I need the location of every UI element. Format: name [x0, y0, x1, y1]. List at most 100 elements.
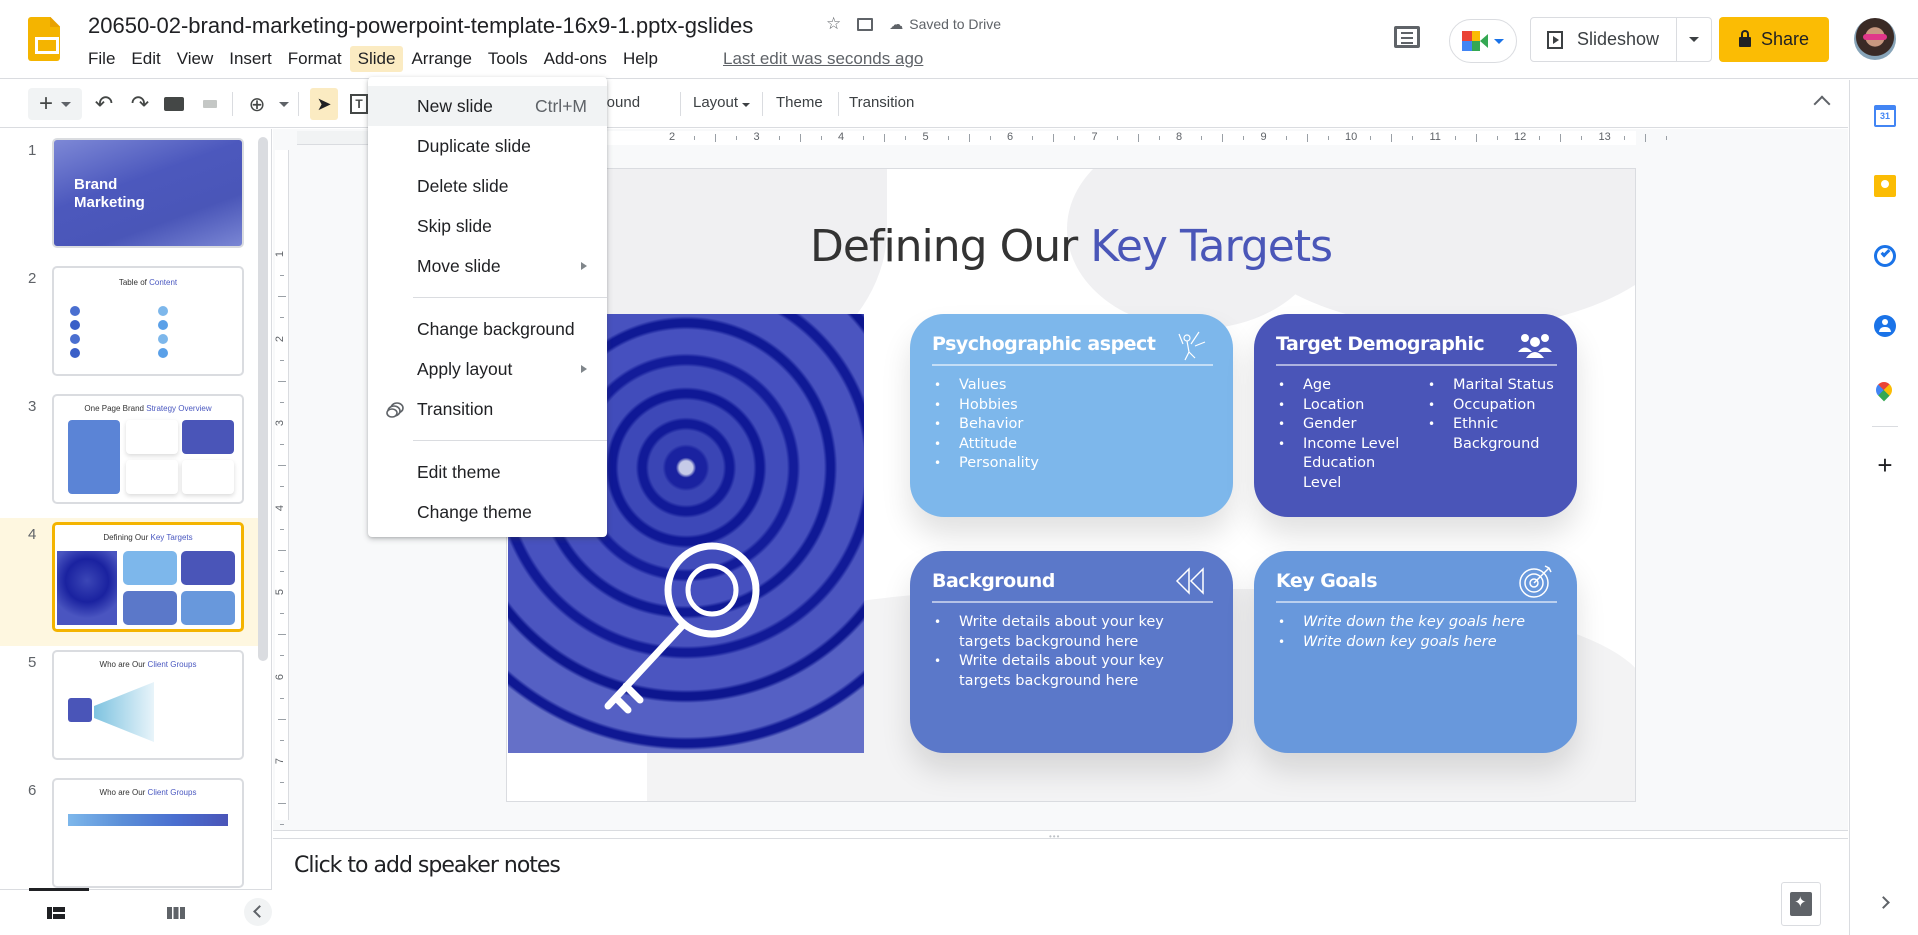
menu-format[interactable]: Format	[280, 46, 350, 72]
menu-addons[interactable]: Add-ons	[536, 46, 615, 72]
menu-item-edit-theme[interactable]: Edit theme	[368, 452, 607, 492]
grid-view-icon[interactable]	[167, 907, 185, 919]
filmstrip-scrollbar[interactable]	[258, 137, 268, 661]
collapse-filmstrip-button[interactable]	[244, 898, 272, 926]
calendar-icon[interactable]: 31	[1874, 105, 1896, 127]
share-button[interactable]: Share	[1719, 17, 1829, 62]
notes-resize-handle[interactable]: •••	[273, 830, 1848, 841]
ruler-tick	[905, 136, 907, 140]
ruler-tick	[280, 613, 284, 615]
speaker-notes[interactable]: Click to add speaker notes	[273, 839, 1848, 935]
menu-arrange[interactable]: Arrange	[403, 46, 479, 72]
add-addon-icon[interactable]: +	[1874, 452, 1896, 478]
chevron-down-icon	[279, 101, 289, 107]
menu-help[interactable]: Help	[615, 46, 666, 72]
undo-icon[interactable]: ↶	[92, 88, 116, 120]
menu-slide[interactable]: Slide	[349, 46, 404, 72]
psychographic-card[interactable]: Psychographic aspect Values Hobbies Beha…	[910, 314, 1233, 517]
toolbar: + ↶ ↷ ⊕ ➤ T Background Layout Theme Tran…	[0, 80, 1848, 128]
menu-insert[interactable]: Insert	[221, 46, 280, 72]
menu-item-new-slide[interactable]: New slide Ctrl+M	[368, 86, 607, 126]
speaker-notes-placeholder[interactable]: Click to add speaker notes	[294, 853, 561, 878]
menu-item-skip-slide[interactable]: Skip slide	[368, 206, 607, 246]
redo-icon[interactable]: ↷	[128, 88, 152, 120]
slide-title[interactable]: Defining Our Key Targets	[507, 221, 1635, 272]
slide-thumbnail[interactable]: Who are Our Client Groups	[52, 778, 244, 888]
thumb-title: One Page Brand Strategy Overview	[84, 404, 212, 413]
move-to-folder-icon[interactable]	[857, 17, 874, 31]
menu-divider	[413, 440, 607, 441]
ruler-tick	[694, 136, 696, 140]
slide-thumbnail[interactable]: One Page Brand Strategy Overview	[52, 394, 244, 504]
select-tool[interactable]: ➤	[310, 88, 338, 120]
menu-item-delete-slide[interactable]: Delete slide	[368, 166, 607, 206]
star-icon[interactable]: ☆	[826, 14, 841, 34]
theme-button[interactable]: Theme	[776, 94, 823, 111]
card-title: Background	[932, 570, 1055, 592]
slide-thumbnail[interactable]: Table of Content	[52, 266, 244, 376]
slide-thumbnail-row-selected[interactable]: 4 Defining Our Key Targets	[0, 518, 262, 646]
menu-file[interactable]: File	[80, 46, 123, 72]
expand-side-panel-icon[interactable]	[1877, 896, 1890, 909]
menu-item-transition[interactable]: Transition	[368, 389, 607, 429]
slide-thumbnail-row[interactable]: 3 One Page Brand Strategy Overview	[0, 390, 262, 518]
zoom-icon[interactable]: ⊕	[244, 88, 270, 120]
last-edit-link[interactable]: Last edit was seconds ago	[723, 49, 923, 69]
ruler-tick	[280, 782, 284, 784]
zoom-dropdown[interactable]	[276, 88, 292, 120]
text-box-tool[interactable]: T	[348, 88, 370, 120]
ruler-tick	[280, 444, 284, 446]
list-item: Ethnic Background	[1426, 415, 1556, 454]
filmstrip-view-icon[interactable]	[47, 907, 65, 919]
new-slide-button[interactable]: +	[28, 88, 82, 120]
menu-view[interactable]: View	[169, 46, 222, 72]
menu-item-apply-layout[interactable]: Apply layout	[368, 349, 607, 389]
key-goals-card[interactable]: Key Goals Write down the key goals here …	[1254, 551, 1577, 753]
ruler-label: 8	[1176, 131, 1183, 143]
ruler-tick	[1391, 134, 1393, 142]
slideshow-button[interactable]: Slideshow	[1531, 18, 1677, 61]
print-icon[interactable]	[162, 88, 186, 120]
menu-item-duplicate-slide[interactable]: Duplicate slide	[368, 126, 607, 166]
slide-thumbnail-row[interactable]: 1 Brand Marketing	[0, 134, 262, 262]
menu-item-change-theme[interactable]: Change theme	[368, 492, 607, 532]
slide-thumbnail-row[interactable]: 6 Who are Our Client Groups	[0, 774, 262, 889]
maps-icon[interactable]	[1872, 378, 1896, 404]
slide-thumbnail-row[interactable]: 5 Who are Our Client Groups	[0, 646, 262, 774]
slide-thumbnail[interactable]: Brand Marketing	[52, 138, 244, 248]
menu-item-move-slide[interactable]: Move slide	[368, 246, 607, 286]
demographic-card[interactable]: Target Demographic Age Location Gender I…	[1254, 314, 1577, 517]
save-status[interactable]: ☁ Saved to Drive	[889, 16, 1001, 33]
background-card[interactable]: Background Write details about your key …	[910, 551, 1233, 753]
account-avatar[interactable]	[1854, 18, 1896, 60]
keep-icon[interactable]	[1874, 175, 1896, 197]
meet-button[interactable]	[1449, 19, 1517, 63]
slides-logo-icon[interactable]	[28, 17, 60, 61]
ruler-label: 12	[1514, 131, 1527, 143]
paint-format-icon[interactable]	[198, 88, 222, 120]
chevron-down-icon	[742, 103, 751, 107]
document-title[interactable]: 20650-02-brand-marketing-powerpoint-temp…	[88, 13, 753, 39]
contacts-icon[interactable]	[1874, 315, 1896, 337]
side-panel: 31 +	[1849, 80, 1918, 935]
slide-canvas[interactable]: Defining Our Key Targets Psychographic a…	[506, 168, 1636, 802]
menu-tools[interactable]: Tools	[480, 46, 536, 72]
explore-button[interactable]	[1781, 882, 1821, 926]
layout-button[interactable]: Layout	[693, 94, 751, 111]
vertical-ruler[interactable]: 1 2 3 4 5 6 7	[274, 150, 289, 826]
comment-history-icon[interactable]	[1394, 26, 1420, 48]
ruler-tick	[1539, 136, 1541, 140]
tasks-icon[interactable]	[1874, 245, 1896, 267]
card-divider	[1276, 364, 1557, 366]
transition-button[interactable]: Transition	[849, 94, 914, 111]
ruler-tick	[1496, 136, 1498, 140]
ruler-label: 13	[1598, 131, 1611, 143]
hide-menus-icon[interactable]	[1813, 95, 1831, 113]
slide-thumbnail[interactable]: Defining Our Key Targets	[52, 522, 244, 632]
slide-thumbnail[interactable]: Who are Our Client Groups	[52, 650, 244, 760]
menu-edit[interactable]: Edit	[123, 46, 168, 72]
slide-thumbnail-row[interactable]: 2 Table of Content	[0, 262, 262, 390]
ruler-label: 11	[1429, 131, 1441, 143]
menu-item-change-background[interactable]: Change background	[368, 309, 607, 349]
slideshow-options-dropdown[interactable]	[1677, 37, 1711, 42]
